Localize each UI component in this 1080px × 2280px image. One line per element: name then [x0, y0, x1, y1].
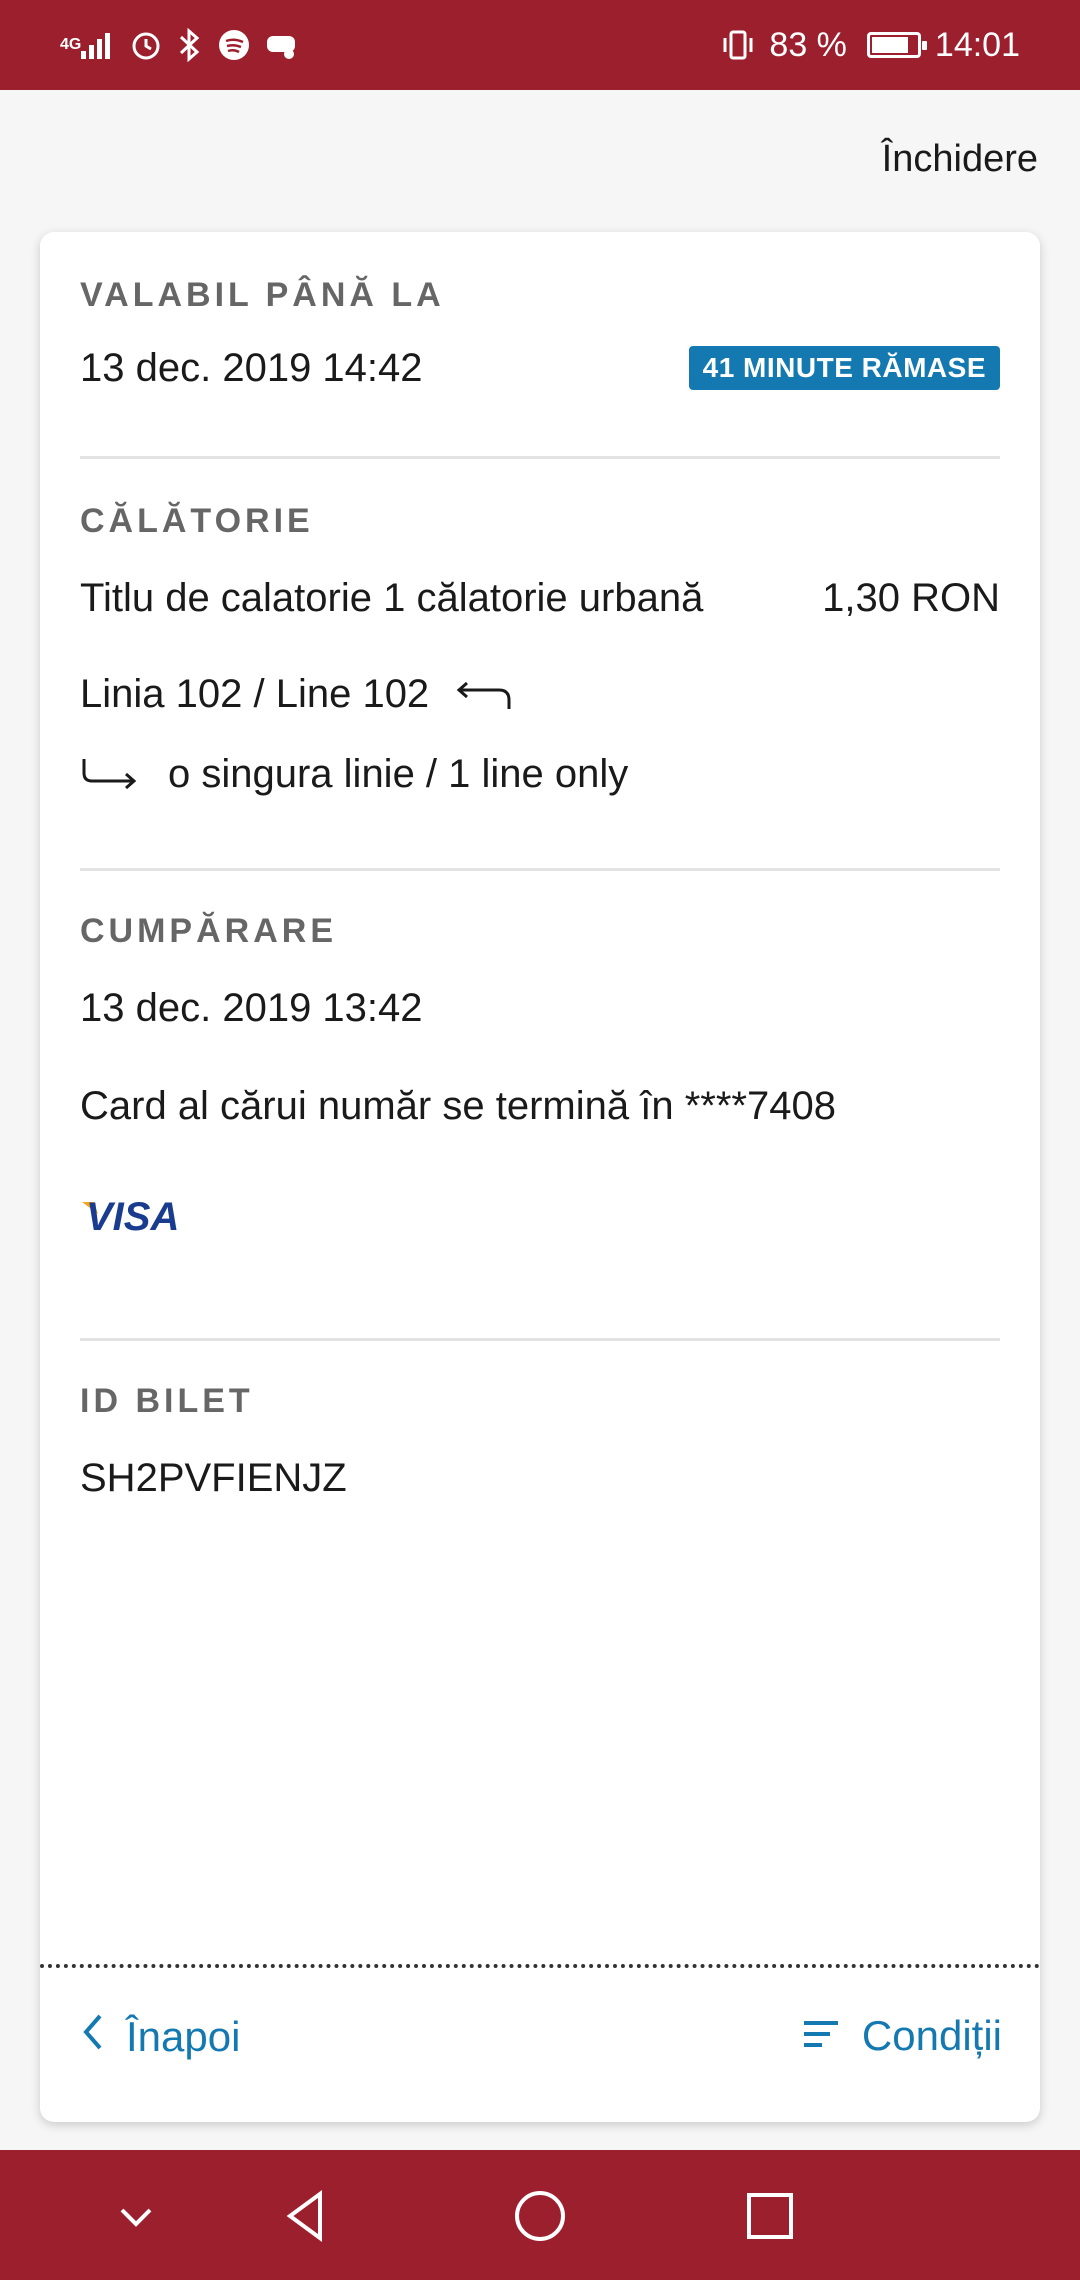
signal-icon: 4G: [60, 31, 115, 59]
line-name: Linia 102 / Line 102: [80, 672, 430, 716]
validity-row: 13 dec. 2019 14:42 41 MINUTE RĂMASE: [80, 346, 1000, 391]
clock: 14:01: [934, 25, 1020, 64]
divider: [80, 1338, 1000, 1341]
chevron-left-icon: [80, 2012, 104, 2062]
ticket-id-section: ID BILET SH2PVFIENJZ: [80, 1382, 1000, 1512]
restriction-row: o singura linie / 1 line only: [80, 752, 1000, 797]
status-left: 4G: [60, 28, 299, 62]
navigation-bar: [0, 2150, 1080, 2280]
back-label: Înapoi: [126, 2013, 241, 2060]
close-button[interactable]: Închidere: [882, 138, 1038, 181]
status-right: 83 % 14:01: [721, 26, 1020, 65]
validity-section: VALABIL PÂNĂ LA 13 dec. 2019 14:42 41 MI…: [80, 276, 1000, 390]
alarm-icon: [129, 28, 163, 62]
game-icon: [265, 30, 299, 60]
divider: [80, 868, 1000, 871]
spotify-icon: [217, 28, 251, 62]
ticket-price: 1,30 RON: [822, 576, 1000, 620]
return-arrow-icon: [455, 677, 513, 713]
status-bar: 4G 83 % 14:01: [0, 0, 1080, 90]
visa-logo: VISA: [80, 1192, 200, 1239]
network-type: 4G: [60, 36, 82, 53]
time-remaining-badge: 41 MINUTE RĂMASE: [688, 346, 1000, 390]
trip-section: CĂLĂTORIE Titlu de calatorie 1 călatorie…: [80, 502, 1000, 832]
ticket-id-value: SH2PVFIENJZ: [80, 1456, 347, 1500]
bluetooth-icon: [177, 28, 203, 62]
conditions-label: Condiții: [861, 2012, 1002, 2059]
trip-label: CĂLĂTORIE: [80, 502, 314, 540]
perforation-divider: [40, 1964, 1040, 1968]
validity-date: 13 dec. 2019 14:42: [80, 346, 423, 390]
purchase-date: 13 dec. 2019 13:42: [80, 986, 423, 1030]
line-restriction: o singura linie / 1 line only: [168, 752, 629, 796]
divider: [80, 456, 1000, 459]
turn-right-arrow-icon: [80, 757, 140, 793]
validity-label: VALABIL PÂNĂ LA: [80, 276, 445, 314]
recents-nav-icon[interactable]: [742, 2188, 798, 2244]
ticket-id-label: ID BILET: [80, 1382, 254, 1420]
list-icon: [802, 2012, 840, 2060]
back-button[interactable]: Înapoi: [80, 2012, 240, 2062]
purchase-label: CUMPĂRARE: [80, 912, 337, 950]
home-nav-icon[interactable]: [512, 2188, 568, 2244]
chevron-down-icon[interactable]: [108, 2188, 164, 2244]
battery-icon: [866, 32, 927, 58]
vibrate-icon: [721, 28, 755, 62]
conditions-button[interactable]: Condiții: [802, 2012, 1002, 2060]
card-info: Card al cărui număr se termină în ****74…: [80, 1084, 836, 1128]
ticket-card: VALABIL PÂNĂ LA 13 dec. 2019 14:42 41 MI…: [40, 232, 1040, 2122]
battery-percent: 83 %: [769, 25, 847, 64]
svg-text:VISA: VISA: [86, 1195, 179, 1236]
battery-level: [871, 37, 908, 53]
ticket-name: Titlu de calatorie 1 călatorie urbană: [80, 576, 704, 620]
back-nav-icon[interactable]: [280, 2188, 336, 2244]
ticket-row: Titlu de calatorie 1 călatorie urbană 1,…: [80, 576, 1000, 621]
line-row: Linia 102 / Line 102: [80, 672, 1000, 717]
